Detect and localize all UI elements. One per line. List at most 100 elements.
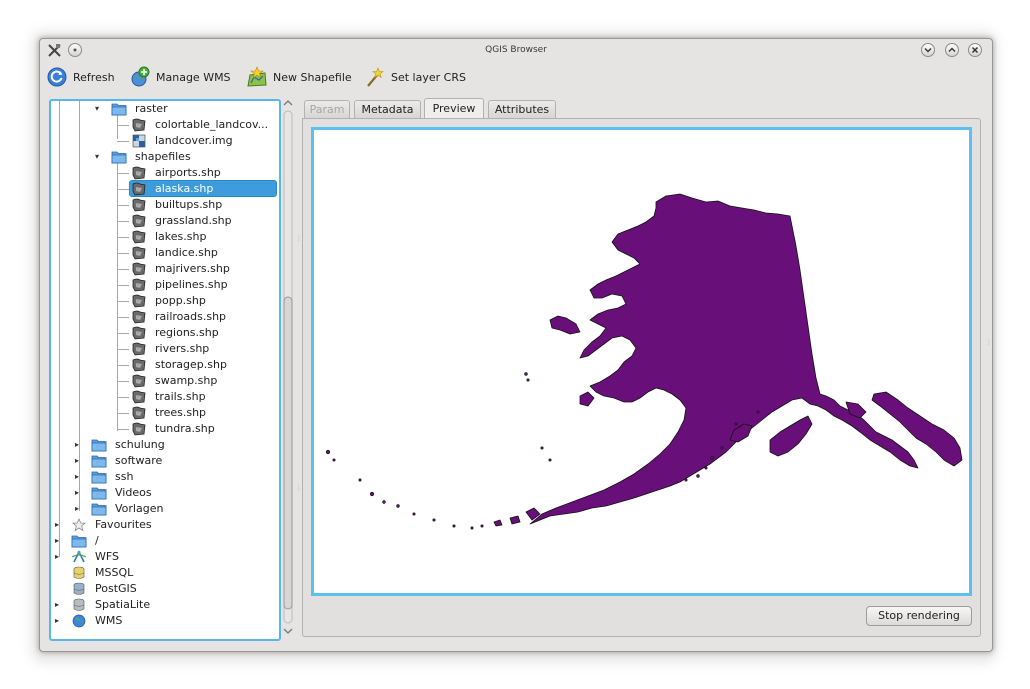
tree-item-folder[interactable]: ▸ Videos	[51, 485, 279, 501]
tree-root-item[interactable]: ▸ /	[51, 533, 279, 549]
tree-item-shapefile[interactable]: lakes.shp	[51, 229, 279, 245]
right-resize-handle[interactable]: ⋮	[986, 339, 992, 346]
maximize-button[interactable]	[945, 43, 959, 57]
folder-icon	[91, 454, 107, 468]
tree-item-shapefile[interactable]: builtups.shp	[51, 197, 279, 213]
tree-item-label: Videos	[115, 486, 152, 499]
tree-item-label: colortable_landcov...	[155, 118, 269, 131]
expand-arrow-icon[interactable]: ▸	[75, 485, 83, 501]
set-layer-crs-button[interactable]: Set layer CRS	[364, 64, 466, 90]
folder-icon	[91, 502, 107, 516]
minimize-button[interactable]	[921, 43, 935, 57]
window-title: QGIS Browser	[485, 45, 547, 55]
refresh-button[interactable]: Refresh	[46, 64, 115, 90]
tree-item-shapefile[interactable]: landice.shp	[51, 245, 279, 261]
tree-item-shapefile[interactable]: trails.shp	[51, 389, 279, 405]
vector-layer-icon	[131, 198, 147, 212]
tree-root-item[interactable]: MSSQL	[51, 565, 279, 581]
tree-item-shapefile[interactable]: airports.shp	[51, 165, 279, 181]
tree-item-label: storagep.shp	[155, 358, 227, 371]
tree-root-item[interactable]: ▸ Favourites	[51, 517, 279, 533]
raster-layer-icon	[131, 118, 147, 132]
expand-arrow-icon[interactable]: ▸	[75, 469, 83, 485]
tree-item-shapefile[interactable]: popp.shp	[51, 293, 279, 309]
tree-item-label: PostGIS	[95, 582, 137, 595]
tree-item-folder[interactable]: ▸ ssh	[51, 469, 279, 485]
tab-metadata[interactable]: Metadata	[354, 100, 421, 118]
tree-scrollbar[interactable]	[281, 99, 295, 637]
tree-root-item[interactable]: ▸ WFS	[51, 549, 279, 565]
expand-arrow-icon[interactable]: ▸	[55, 517, 63, 533]
title-bar: QGIS Browser	[40, 39, 992, 62]
tab-attributes[interactable]: Attributes	[488, 100, 556, 118]
preview-panel: Stop rendering	[302, 118, 981, 637]
tree-item-shapefile[interactable]: railroads.shp	[51, 309, 279, 325]
tree-item-shapefile[interactable]: tundra.shp	[51, 421, 279, 437]
tree-item-raster-file[interactable]: landcover.img	[51, 133, 279, 149]
tree-item-shapefile[interactable]: majrivers.shp	[51, 261, 279, 277]
tree-item-shapefile[interactable]: storagep.shp	[51, 357, 279, 373]
folder-icon	[71, 534, 87, 548]
expand-arrow-icon[interactable]: ▾	[95, 101, 103, 117]
tree-item-folder[interactable]: ▸ Vorlagen	[51, 501, 279, 517]
vector-layer-icon	[131, 374, 147, 388]
stop-rendering-button[interactable]: Stop rendering	[866, 606, 972, 626]
tree-root-item[interactable]: ▸ WMS	[51, 613, 279, 629]
tab-param[interactable]: Param	[304, 100, 350, 118]
expand-arrow-icon[interactable]: ▸	[55, 549, 63, 565]
spatialite-database-icon	[71, 598, 87, 612]
new-shapefile-button[interactable]: New Shapefile	[246, 64, 352, 90]
splitter-handle[interactable]: ⋮ ⋮	[295, 99, 302, 637]
expand-arrow-icon[interactable]: ▸	[75, 453, 83, 469]
expand-arrow-icon[interactable]: ▸	[55, 613, 63, 629]
tree-item-label: Favourites	[95, 518, 152, 531]
tree-item-label: software	[115, 454, 163, 467]
map-preview-canvas[interactable]	[311, 127, 972, 596]
expand-arrow-icon[interactable]: ▸	[55, 597, 63, 613]
tree-item-shapefile[interactable]: regions.shp	[51, 325, 279, 341]
expand-arrow-icon[interactable]: ▸	[75, 501, 83, 517]
wfs-icon	[71, 550, 87, 564]
tree-root-item[interactable]: PostGIS	[51, 581, 279, 597]
vector-layer-icon	[131, 294, 147, 308]
tree-item-folder[interactable]: ▸ software	[51, 453, 279, 469]
tree-item-raster-file[interactable]: colortable_landcov...	[51, 117, 279, 133]
tree-item-label: popp.shp	[155, 294, 206, 307]
tree-root-item[interactable]: ▸ SpatiaLite	[51, 597, 279, 613]
toolbar: Refresh Manage WMS New Shapefile Set lay…	[40, 64, 992, 90]
expand-arrow-icon[interactable]: ▸	[55, 533, 63, 549]
globe-add-icon	[131, 66, 150, 87]
tree-item-label: rivers.shp	[155, 342, 210, 355]
star-icon	[71, 518, 87, 532]
qgis-browser-window: QGIS Browser Refresh Manage WMS New Shap…	[39, 38, 993, 652]
expand-arrow-icon[interactable]: ▸	[75, 437, 83, 453]
new-shapefile-icon	[247, 66, 267, 87]
tree-item-shapefile[interactable]: swamp.shp	[51, 373, 279, 389]
browser-tree[interactable]: ▾ raster colortable_landcov... landcover.im…	[49, 99, 281, 641]
tree-item-label: regions.shp	[155, 326, 219, 339]
tree-item-shapefile[interactable]: trees.shp	[51, 405, 279, 421]
tree-item-label: swamp.shp	[155, 374, 218, 387]
tree-item-label: grassland.shp	[155, 214, 232, 227]
tree-item-label: builtups.shp	[155, 198, 223, 211]
tree-item-label: SpatiaLite	[95, 598, 151, 611]
tree-item-shapefile[interactable]: alaska.shp	[51, 181, 279, 197]
close-button[interactable]	[968, 43, 982, 57]
tree-item-label: MSSQL	[95, 566, 134, 579]
tree-item-label: WMS	[95, 614, 123, 627]
tab-preview[interactable]: Preview	[424, 98, 484, 118]
tree-item-folder[interactable]: ▸ schulung	[51, 437, 279, 453]
tree-item-label: raster	[135, 102, 168, 115]
tree-item-raster[interactable]: ▾ raster	[51, 101, 279, 117]
manage-wms-button[interactable]: Manage WMS	[129, 64, 231, 90]
tree-item-shapefile[interactable]: grassland.shp	[51, 213, 279, 229]
refresh-label: Refresh	[73, 70, 115, 84]
tree-item-shapefile[interactable]: rivers.shp	[51, 341, 279, 357]
folder-open-icon	[111, 150, 127, 164]
expand-arrow-icon[interactable]: ▾	[95, 149, 103, 165]
tree-item-shapefile[interactable]: pipelines.shp	[51, 277, 279, 293]
tree-item-label: landcover.img	[155, 134, 233, 147]
mssql-database-icon	[71, 566, 87, 580]
tree-item-shapefiles[interactable]: ▾ shapefiles	[51, 149, 279, 165]
tree-item-label: Vorlagen	[115, 502, 164, 515]
